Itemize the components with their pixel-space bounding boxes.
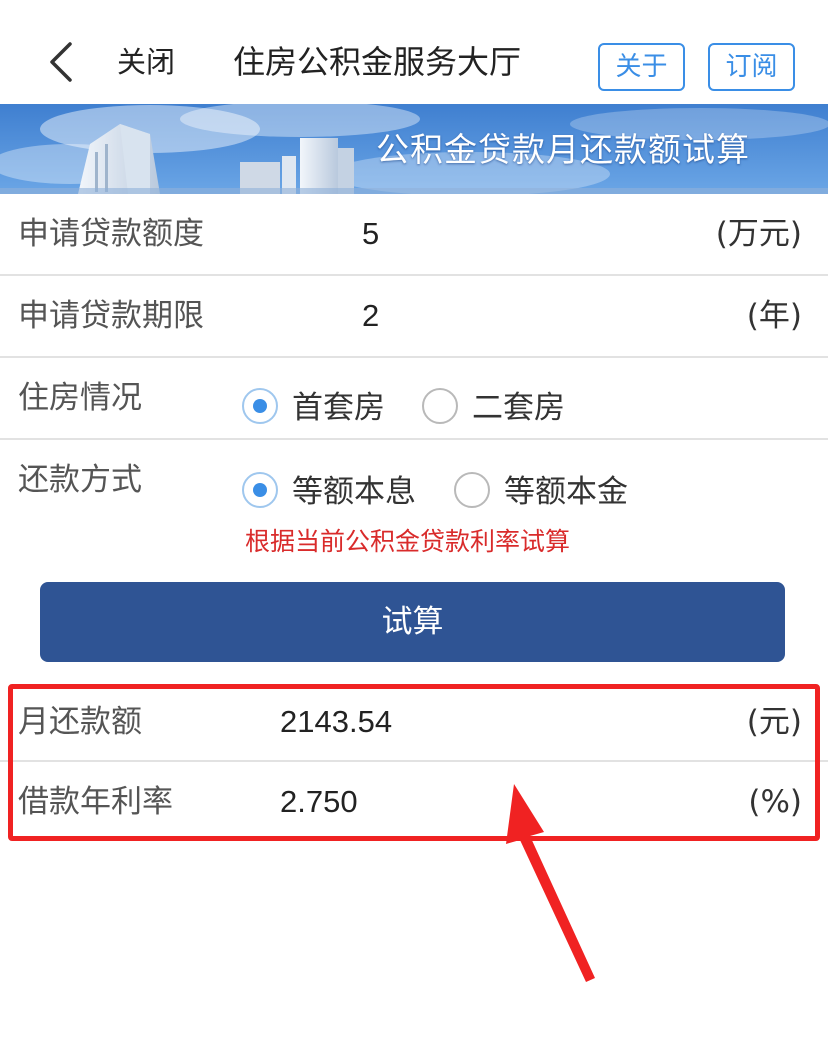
about-button[interactable]: 关于 [598,43,685,91]
loan-term-row: 申请贷款期限 2 (年) [0,276,828,358]
second-home-label: 二套房 [472,390,565,426]
calculate-button[interactable]: 试算 [40,582,785,662]
loan-term-unit: (年) [746,298,802,334]
loan-amount-unit: (万元) [715,216,802,252]
top-navbar: 关闭 住房公积金服务大厅 关于 订阅 [0,0,828,104]
equal-principal-label: 等额本金 [504,474,628,510]
first-home-label: 首套房 [292,390,385,426]
annotation-arrow-icon [506,784,595,982]
loan-amount-input[interactable]: 5 [362,212,379,256]
housing-label: 住房情况 [18,380,142,416]
calculator-banner: 公积金贷款月还款额试算 [0,104,828,194]
loan-amount-row: 申请贷款额度 5 (万元) [0,194,828,276]
radio-unchecked-icon [454,472,490,508]
repayment-method-row: 还款方式 等额本息 等额本金 根据当前公积金贷款利率试算 [0,440,828,582]
loan-term-label: 申请贷款期限 [18,298,204,334]
banner-title: 公积金贷款月还款额试算 [376,130,750,169]
housing-row: 住房情况 首套房 二套房 [0,358,828,440]
radio-unchecked-icon [422,388,458,424]
repayment-method-label: 还款方式 [18,462,142,498]
close-link[interactable]: 关闭 [117,40,175,84]
subscribe-button[interactable]: 订阅 [708,43,795,91]
radio-checked-icon [242,388,278,424]
equal-installment-label: 等额本息 [292,474,416,510]
back-chevron-icon[interactable] [44,40,80,84]
loan-term-input[interactable]: 2 [362,294,379,338]
app-root: 关闭 住房公积金服务大厅 关于 订阅 公积金贷款月还款额试算 申请贷款额度 5 … [0,0,828,1048]
radio-checked-icon [242,472,278,508]
loan-amount-label: 申请贷款额度 [18,216,204,252]
annotation-highlight-box [8,684,820,841]
page-title: 住房公积金服务大厅 [233,43,522,81]
rate-hint-text: 根据当前公积金贷款利率试算 [245,527,571,556]
